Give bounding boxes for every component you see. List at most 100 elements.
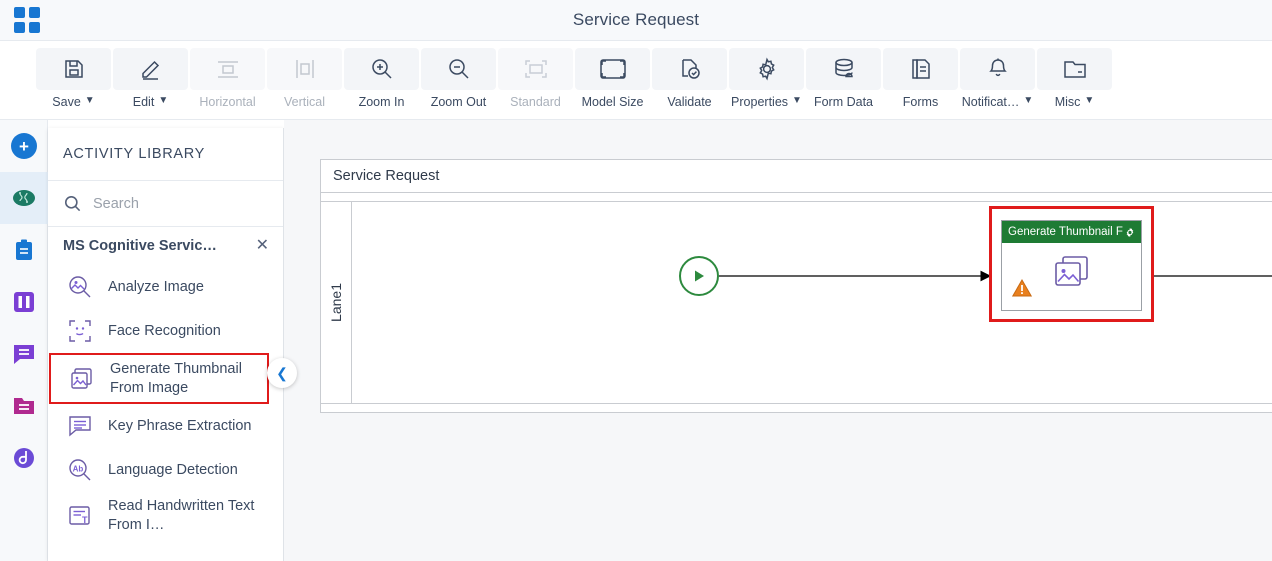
title-bar: Service Request bbox=[0, 0, 1272, 41]
chevron-down-icon: ▼ bbox=[792, 95, 802, 106]
activity-label: Face Recognition bbox=[108, 322, 221, 339]
activity-label: Key Phrase Extraction bbox=[108, 417, 252, 434]
activity-group-header: MS Cognitive Servic… ✕ bbox=[48, 227, 283, 265]
plus-icon: + bbox=[11, 133, 37, 159]
columns-icon bbox=[14, 292, 34, 312]
toolbar-button-form-data[interactable]: Form Data bbox=[806, 41, 881, 113]
rail-item-messages[interactable] bbox=[0, 328, 48, 380]
rail-item-columns[interactable] bbox=[0, 276, 48, 328]
start-event[interactable] bbox=[679, 256, 719, 296]
activity-item-language-detection[interactable]: Ab Language Detection bbox=[48, 448, 283, 492]
search-row[interactable] bbox=[48, 181, 283, 227]
handwritten-icon: T bbox=[65, 503, 95, 529]
toolbar-label: Form Data bbox=[813, 95, 874, 109]
face-icon bbox=[65, 318, 95, 344]
grid-icon[interactable] bbox=[14, 7, 41, 34]
chevron-down-icon: ▼ bbox=[158, 95, 169, 106]
key-phrase-icon bbox=[65, 413, 95, 439]
brain-icon bbox=[13, 190, 35, 206]
swirl-icon bbox=[14, 448, 34, 468]
clipboard-icon bbox=[16, 239, 32, 260]
toolbar-label: Save bbox=[52, 95, 81, 109]
toolbar-button-save[interactable]: Save ▼ bbox=[36, 41, 111, 113]
rail-item-integrations[interactable] bbox=[0, 432, 48, 484]
activity-label: Generate Thumbnail From Image bbox=[110, 361, 242, 396]
page-title: Service Request bbox=[572, 10, 700, 29]
toolbar-button-properties[interactable]: Properties ▼ bbox=[729, 41, 804, 113]
process-pool: Service Request Lane1 Generate Thumbnail… bbox=[320, 159, 1272, 413]
zoom-in-icon bbox=[344, 48, 419, 90]
activity-item-generate-thumbnail[interactable]: Generate Thumbnail From Image bbox=[49, 353, 269, 405]
task-selection-outline: Generate Thumbnail F… bbox=[989, 206, 1154, 322]
task-header: Generate Thumbnail F… bbox=[1002, 221, 1141, 243]
toolbar-button-notifications[interactable]: Notificat… ▼ bbox=[960, 41, 1035, 113]
panel-title: ACTIVITY LIBRARY bbox=[48, 128, 283, 181]
rail-item-documents[interactable] bbox=[0, 380, 48, 432]
activity-item-key-phrase-extraction[interactable]: Key Phrase Extraction bbox=[48, 404, 283, 448]
gear-icon[interactable] bbox=[1124, 226, 1136, 239]
activity-label: Analyze Image bbox=[108, 278, 204, 295]
lane-label-text: Lane1 bbox=[328, 283, 344, 322]
zoom-out-icon bbox=[421, 48, 496, 90]
toolbar-button-standard: Standard bbox=[498, 41, 573, 113]
toolbar-label: Standard bbox=[510, 95, 561, 109]
chat-icon bbox=[14, 345, 34, 364]
toolbar-label: Vertical bbox=[284, 95, 325, 109]
toolbar-button-vertical: Vertical bbox=[267, 41, 342, 113]
warning-icon bbox=[1011, 278, 1033, 302]
gear-icon bbox=[729, 48, 804, 90]
rail-item-add[interactable]: + bbox=[0, 120, 48, 172]
toolbar-label: Misc bbox=[1054, 95, 1081, 109]
play-icon bbox=[695, 270, 704, 282]
horizontal-icon bbox=[190, 48, 265, 90]
forms-icon bbox=[883, 48, 958, 90]
validate-icon bbox=[652, 48, 727, 90]
chevron-left-icon: ❮ bbox=[276, 364, 288, 381]
toolbar-button-zoom-out[interactable]: Zoom Out bbox=[421, 41, 496, 113]
toolbar-label: Zoom Out bbox=[430, 95, 487, 109]
standard-icon bbox=[498, 48, 573, 90]
search-input[interactable] bbox=[93, 195, 253, 212]
task-body bbox=[1002, 243, 1141, 311]
swimlane: Lane1 Generate Thumbnail F… bbox=[321, 201, 1272, 404]
toolbar-label: Model Size bbox=[581, 95, 644, 109]
save-icon bbox=[36, 48, 111, 90]
thumbnail-icon bbox=[1052, 255, 1092, 298]
panel-collapse-button[interactable]: ❮ bbox=[267, 358, 297, 388]
svg-text:T: T bbox=[82, 515, 88, 525]
toolbar-label: Properties bbox=[731, 95, 789, 109]
toolbar-button-zoom-in[interactable]: Zoom In bbox=[344, 41, 419, 113]
bell-icon bbox=[960, 48, 1035, 90]
toolbar: Save ▼ Edit ▼ Horizontal Vertical Zoom I… bbox=[0, 41, 1272, 120]
toolbar-label: Validate bbox=[667, 95, 712, 109]
rail-item-cognitive-services[interactable] bbox=[0, 172, 48, 224]
toolbar-label: Forms bbox=[902, 95, 939, 109]
activity-item-analyze-image[interactable]: Analyze Image bbox=[48, 265, 283, 309]
thumbnail-icon bbox=[67, 366, 97, 392]
pool-body: Lane1 Generate Thumbnail F… bbox=[321, 193, 1272, 412]
task-title: Generate Thumbnail F… bbox=[1008, 226, 1125, 238]
task-node-generate-thumbnail[interactable]: Generate Thumbnail F… bbox=[1001, 220, 1142, 311]
application-window: Service Request Save ▼ Edit ▼ Horizontal… bbox=[0, 0, 1272, 561]
rail-item-tasks[interactable] bbox=[0, 224, 48, 276]
activity-library-panel: ACTIVITY LIBRARY MS Cognitive Servic… ✕ bbox=[48, 128, 284, 561]
toolbar-button-edit[interactable]: Edit ▼ bbox=[113, 41, 188, 113]
toolbar-label: Horizontal bbox=[199, 95, 256, 109]
close-icon[interactable]: ✕ bbox=[256, 238, 269, 254]
folder-icon bbox=[1037, 48, 1112, 90]
search-icon bbox=[64, 195, 81, 212]
toolbar-button-misc[interactable]: Misc ▼ bbox=[1037, 41, 1112, 113]
chevron-down-icon: ▼ bbox=[84, 95, 95, 106]
pencil-icon bbox=[113, 48, 188, 90]
toolbar-button-validate[interactable]: Validate bbox=[652, 41, 727, 113]
activity-item-read-handwritten-text[interactable]: T Read Handwritten Text From I… bbox=[48, 492, 283, 539]
pool-title: Service Request bbox=[321, 160, 1272, 193]
lane-canvas: Generate Thumbnail F… bbox=[353, 202, 1272, 403]
diagram-canvas[interactable]: Service Request Lane1 Generate Thumbnail… bbox=[284, 120, 1272, 561]
toolbar-button-forms[interactable]: Forms bbox=[883, 41, 958, 113]
vertical-icon bbox=[267, 48, 342, 90]
toolbar-button-model-size[interactable]: Model Size bbox=[575, 41, 650, 113]
activity-item-face-recognition[interactable]: Face Recognition bbox=[48, 309, 283, 353]
chevron-down-icon: ▼ bbox=[1023, 95, 1034, 106]
analyze-image-icon bbox=[65, 274, 95, 300]
